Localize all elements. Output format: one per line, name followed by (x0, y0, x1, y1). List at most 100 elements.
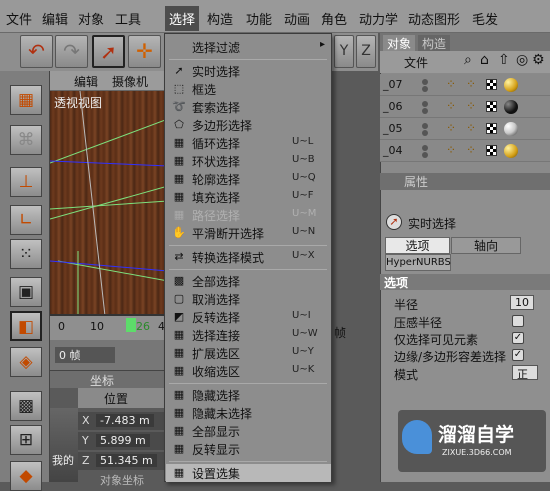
viewport-menu-edit[interactable]: 编辑 (74, 73, 98, 90)
phong-tag-icon[interactable]: ⁘ (446, 143, 456, 157)
redo-icon[interactable]: ↷ (55, 35, 88, 68)
menu-item-lasso-selection[interactable]: ➰ 套索选择 (166, 98, 331, 116)
undo-icon[interactable]: ↶ (20, 35, 53, 68)
texture-tag-icon[interactable]: ⁘ (466, 77, 476, 91)
object-menu-file[interactable]: 文件 (404, 54, 428, 71)
object-row[interactable]: _06 ⁘ ⁘ (380, 96, 550, 118)
render-visibility-dot[interactable] (422, 152, 428, 158)
y-position-field[interactable]: 5.899 m (96, 434, 150, 447)
menu-item-convert-selection[interactable]: ⇄ 转换选择模式 U~X (166, 248, 331, 266)
points-mode-icon[interactable]: ⁙ (10, 239, 42, 269)
menu-item-loop-selection[interactable]: ▦ 循环选择 U~L (166, 134, 331, 152)
menu-hair[interactable]: 毛发 (472, 9, 498, 28)
editor-visibility-dot[interactable] (422, 79, 428, 85)
frame-field[interactable]: 0 帧 (55, 347, 115, 363)
menu-structure[interactable]: 构造 (207, 9, 233, 28)
menu-item-rectangle-selection[interactable]: ⬚ 框选 (166, 80, 331, 98)
timeline-playhead[interactable] (126, 318, 136, 332)
menu-item-grow-selection[interactable]: ▦ 扩展选区 U~Y (166, 344, 331, 362)
frame-field-right[interactable]: 帧 (334, 324, 346, 341)
menu-item-outline-selection[interactable]: ▦ 轮廓选择 U~Q (166, 170, 331, 188)
tab-objects[interactable]: 对象 (383, 35, 416, 51)
menu-item-polygon-selection[interactable]: ⬠ 多边形选择 (166, 116, 331, 134)
menu-item-select-connected[interactable]: ▦ 选择连接 U~W (166, 326, 331, 344)
menu-item-hide-selected[interactable]: ▦ 隐藏选择 (166, 386, 331, 404)
x-position-field[interactable]: -7.483 m (96, 414, 154, 427)
pressure-radius-checkbox[interactable] (512, 315, 524, 327)
tab-structure[interactable]: 构造 (418, 35, 451, 51)
workplane-icon[interactable]: ⊞ (10, 425, 42, 455)
editor-visibility-dot[interactable] (422, 123, 428, 129)
menu-functions[interactable]: 功能 (246, 9, 272, 28)
cube-icon[interactable]: ◆ (10, 461, 42, 491)
coordinate-mode-label[interactable]: 对象坐标 (100, 472, 144, 488)
menu-item-set-selection[interactable]: ▦ 设置选集 (166, 464, 331, 482)
menu-item-hide-unselected[interactable]: ▦ 隐藏未选择 (166, 404, 331, 422)
menu-item-invert-selection[interactable]: ◩ 反转选择 U~I (166, 308, 331, 326)
perspective-viewport[interactable]: 透视视图 (50, 91, 168, 316)
menu-item-shrink-selection[interactable]: ▦ 收缩选区 U~K (166, 362, 331, 380)
menu-item-live-selection[interactable]: ➚ 实时选择 (166, 62, 331, 80)
tab-axis[interactable]: 轴向 (451, 237, 521, 254)
texture-mode-icon[interactable]: ⌘ (10, 125, 42, 155)
object-row[interactable]: _04 ⁘ ⁘ (380, 140, 550, 162)
visible-only-checkbox[interactable]: ✓ (512, 332, 524, 344)
home-icon[interactable]: ⌂ (480, 52, 489, 68)
tab-options[interactable]: 选项 (385, 237, 450, 254)
render-visibility-dot[interactable] (422, 108, 428, 114)
uv-mode-icon[interactable]: ◈ (10, 347, 42, 377)
settings-icon[interactable]: ⚙ (532, 52, 545, 68)
phong-tag-icon[interactable]: ⁘ (446, 121, 456, 135)
object-mode-icon[interactable]: ∟ (10, 205, 42, 235)
menu-tools[interactable]: 工具 (115, 9, 141, 28)
render-visibility-dot[interactable] (422, 130, 428, 136)
menu-file[interactable]: 文件 (6, 9, 32, 28)
material-thumbnail[interactable]: 我的 (50, 408, 78, 482)
texture-tag-icon[interactable]: ⁘ (466, 99, 476, 113)
up-icon[interactable]: ⇧ (498, 52, 510, 68)
mode-select[interactable]: 正 (512, 365, 538, 381)
viewport-layout-icon[interactable]: ▦ (10, 85, 42, 115)
menu-item-fill-selection[interactable]: ▦ 填充选择 U~F (166, 188, 331, 206)
radius-field[interactable]: 10 (510, 295, 534, 310)
polygons-mode-icon[interactable]: ◧ (10, 311, 42, 341)
texture-tag-icon[interactable]: ⁘ (466, 121, 476, 135)
tolerant-select-checkbox[interactable]: ✓ (512, 349, 524, 361)
eye-icon[interactable]: ◎ (516, 52, 528, 68)
menu-item-deselect-all[interactable]: ▢ 取消选择 (166, 290, 331, 308)
menu-item-invert-visibility[interactable]: ▦ 反转显示 (166, 440, 331, 458)
tab-hypernurbs[interactable]: HyperNURBS (385, 254, 451, 271)
render-visibility-dot[interactable] (422, 86, 428, 92)
rotate-y-icon[interactable]: Y (334, 35, 354, 68)
texture-tag-icon[interactable]: ⁘ (466, 143, 476, 157)
move-icon[interactable]: ✛ (128, 35, 161, 68)
z-position-field[interactable]: 51.345 m (96, 454, 157, 467)
menu-dynamics[interactable]: 动力学 (359, 9, 398, 28)
checker-tag-icon[interactable] (486, 101, 497, 112)
menu-select[interactable]: 选择 (165, 6, 200, 31)
material-ball-icon[interactable] (504, 100, 518, 114)
edges-mode-icon[interactable]: ▣ (10, 277, 42, 307)
viewport-menu-camera[interactable]: 摄像机 (112, 73, 148, 90)
material-ball-icon[interactable] (504, 122, 518, 136)
phong-tag-icon[interactable]: ⁘ (446, 77, 456, 91)
menu-item-unhide-all[interactable]: ▦ 全部显示 (166, 422, 331, 440)
menu-item-selection-filter[interactable]: 选择过滤 ▸ (166, 38, 331, 56)
menu-character[interactable]: 角色 (321, 9, 347, 28)
menu-object[interactable]: 对象 (78, 9, 104, 28)
checker-tag-icon[interactable] (486, 79, 497, 90)
axis-mode-icon[interactable]: ⊥ (10, 167, 42, 197)
search-icon[interactable]: ⌕ (464, 52, 472, 68)
menu-animation[interactable]: 动画 (284, 9, 310, 28)
timeline-ruler[interactable]: 0 10 26 4 (50, 316, 168, 340)
editor-visibility-dot[interactable] (422, 145, 428, 151)
phong-tag-icon[interactable]: ⁘ (446, 99, 456, 113)
menu-edit[interactable]: 编辑 (42, 9, 68, 28)
checker-tag-icon[interactable] (486, 123, 497, 134)
menu-mograph[interactable]: 动态图形 (408, 9, 460, 28)
material-ball-icon[interactable] (504, 78, 518, 92)
object-row[interactable]: _05 ⁘ ⁘ (380, 118, 550, 140)
editor-visibility-dot[interactable] (422, 101, 428, 107)
rotate-z-icon[interactable]: Z (356, 35, 376, 68)
material-ball-icon[interactable] (504, 144, 518, 158)
